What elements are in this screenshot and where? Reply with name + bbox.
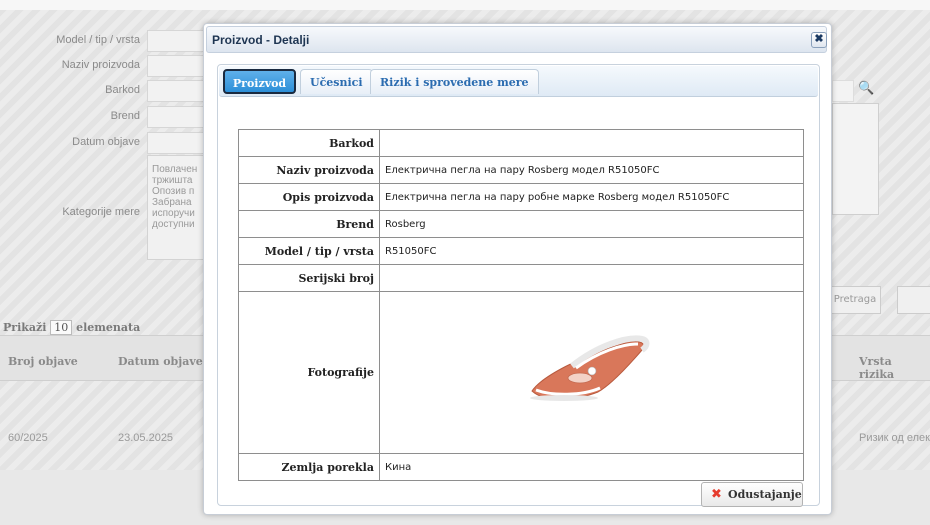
bg-right-input[interactable] — [832, 80, 854, 102]
product-details-table: Barkod Naziv proizvoda Електрична пегла … — [238, 129, 804, 481]
row-key-opis: Opis proizvoda — [238, 183, 380, 211]
product-details-dialog: Proizvod - Detalji ✖ Proizvod Učesnici R… — [203, 23, 832, 515]
tab-rizik[interactable]: Rizik i sprovedene mere — [370, 69, 539, 94]
row-value-model: R51050FC — [379, 237, 804, 265]
table-row: Zemlja porekla Кина — [238, 453, 804, 481]
bg-label-datum: Datum objave — [72, 136, 140, 148]
col-header-datum[interactable]: Datum objave — [118, 355, 203, 368]
bg-model-input[interactable] — [147, 30, 209, 52]
row-value-opis: Електрична пегла на пару робне марке Ros… — [379, 183, 804, 211]
table-row: Barkod — [238, 129, 804, 157]
bg-cell-broj: 60/2025 — [8, 432, 48, 444]
row-value-naziv: Електрична пегла на пару Rosberg модел R… — [379, 156, 804, 184]
close-icon[interactable]: ✖ — [811, 32, 827, 48]
row-value-fotografije — [379, 291, 804, 454]
tab-bar: Proizvod Učesnici Rizik i sprovedene mer… — [219, 66, 818, 97]
row-value-serijski — [379, 264, 804, 292]
bg-naziv-input[interactable] — [147, 55, 209, 77]
row-value-barkod — [379, 129, 804, 157]
bg-cell-rizik: Ризик од елек — [859, 432, 930, 444]
product-photo[interactable] — [502, 306, 680, 439]
col-header-rizik[interactable]: Vrsta rizika — [859, 355, 930, 381]
bg-label-naziv: Naziv proizvoda — [61, 59, 140, 71]
row-value-zemlja: Кина — [379, 453, 804, 481]
tab-proizvod[interactable]: Proizvod — [223, 69, 296, 94]
bg-kategorije-line: Повлачен — [152, 164, 198, 175]
cancel-button[interactable]: ✖ Odustajanje — [701, 482, 803, 507]
row-key-model: Model / tip / vrsta — [238, 237, 380, 265]
table-row: Brend Rosberg — [238, 210, 804, 238]
bg-kategorije-list[interactable]: Повлачен тржишта Опозив п Забрана испору… — [147, 155, 207, 260]
row-key-brend: Brend — [238, 210, 380, 238]
page-size-control: Prikaži 10 elemenata — [3, 320, 140, 335]
row-value-brend: Rosberg — [379, 210, 804, 238]
tab-ucesnici[interactable]: Učesnici — [300, 69, 373, 94]
row-key-zemlja: Zemlja porekla — [238, 453, 380, 481]
pretraga-button[interactable]: Pretraga — [829, 286, 881, 314]
steam-iron-image — [530, 335, 650, 401]
bg-right-list[interactable] — [832, 103, 879, 215]
dialog-titlebar[interactable]: Proizvod - Detalji ✖ — [206, 26, 827, 53]
col-header-broj[interactable]: Broj objave — [8, 355, 78, 368]
cancel-label: Odustajanje — [728, 488, 802, 501]
search-icon[interactable]: 🔍 — [858, 80, 874, 96]
row-key-barkod: Barkod — [238, 129, 380, 157]
bg-kategorije-line: Опозив п — [152, 186, 195, 197]
bg-kategorije-line: Забрана — [152, 197, 192, 208]
bg-kategorije-line: тржишта — [152, 175, 193, 186]
page-size-suffix: elemenata — [76, 321, 141, 334]
table-row: Naziv proizvoda Електрична пегла на пару… — [238, 156, 804, 184]
bg-kategorije-line: доступни — [152, 219, 195, 230]
table-row: Fotografije — [238, 291, 804, 454]
top-bar — [0, 0, 930, 10]
table-row: Serijski broj — [238, 264, 804, 292]
page-size-select[interactable]: 10 — [50, 320, 73, 335]
bg-kategorije-line: испоручи — [152, 208, 195, 219]
cancel-x-icon: ✖ — [711, 487, 722, 502]
row-key-fotografije: Fotografije — [238, 291, 380, 454]
table-row: Model / tip / vrsta R51050FC — [238, 237, 804, 265]
bg-datum-input[interactable] — [147, 132, 209, 154]
tabs-container: Proizvod Učesnici Rizik i sprovedene mer… — [217, 64, 820, 506]
bg-label-barkod: Barkod — [105, 84, 140, 96]
bg-label-model: Model / tip / vrsta — [56, 34, 140, 46]
bg-label-brend: Brend — [110, 110, 140, 122]
bg-label-kategorije: Kategorije mere — [62, 206, 140, 218]
bg-brend-input[interactable] — [147, 106, 209, 128]
row-key-naziv: Naziv proizvoda — [238, 156, 380, 184]
bg-barkod-input[interactable] — [147, 80, 209, 102]
bg-cell-datum: 23.05.2025 — [118, 432, 174, 444]
page-size-prefix: Prikaži — [3, 321, 47, 334]
table-row: Opis proizvoda Електрична пегла на пару … — [238, 183, 804, 211]
dialog-title: Proizvod - Detalji — [212, 33, 310, 47]
bg-tool-button[interactable] — [897, 286, 930, 314]
row-key-serijski: Serijski broj — [238, 264, 380, 292]
